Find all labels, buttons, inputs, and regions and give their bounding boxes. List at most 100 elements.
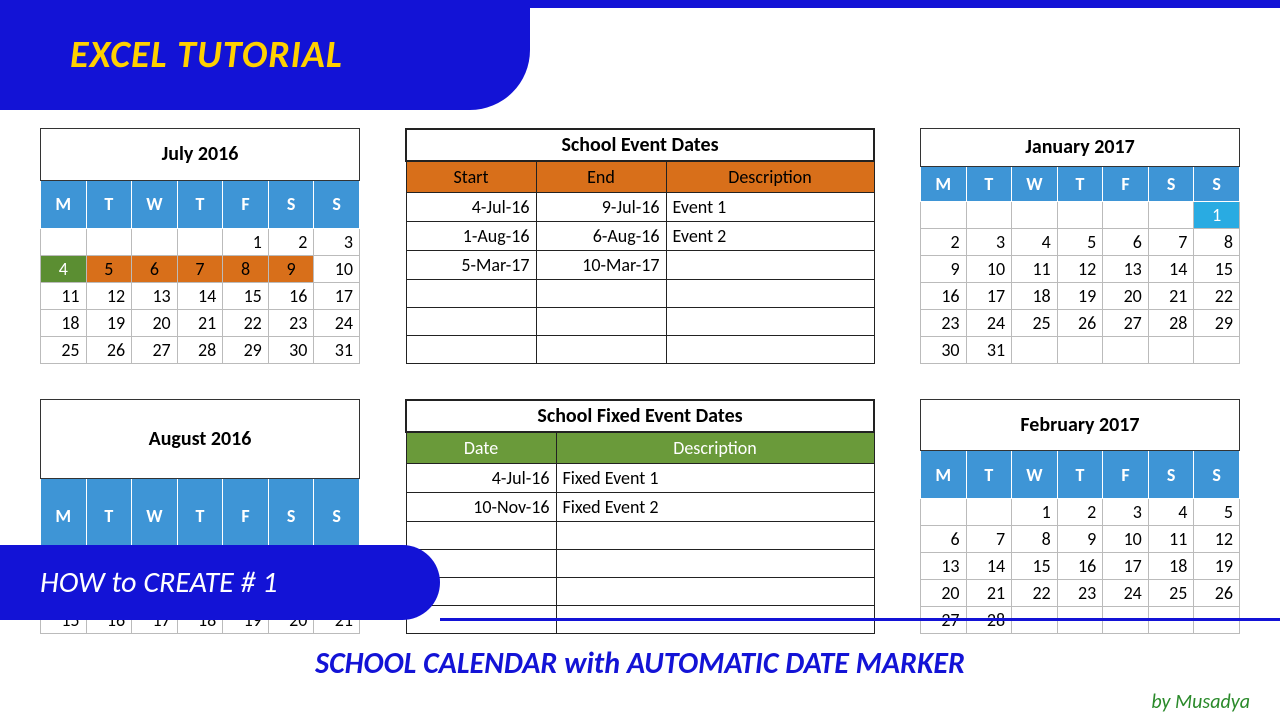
day-cell[interactable] — [1194, 337, 1240, 364]
day-cell[interactable]: 2 — [921, 229, 967, 256]
day-cell[interactable]: 24 — [966, 310, 1012, 337]
fixed-desc[interactable] — [556, 550, 874, 578]
day-cell[interactable]: 4 — [41, 256, 87, 283]
day-cell[interactable]: 16 — [1057, 553, 1103, 580]
day-cell[interactable]: 6 — [921, 526, 967, 553]
day-cell[interactable] — [966, 202, 1012, 229]
day-cell[interactable]: 11 — [1148, 526, 1194, 553]
day-cell[interactable]: 5 — [1057, 229, 1103, 256]
fixed-date[interactable] — [406, 522, 556, 550]
day-cell[interactable]: 3 — [314, 229, 360, 256]
day-cell[interactable] — [132, 229, 178, 256]
day-cell[interactable]: 28 — [1148, 310, 1194, 337]
fixed-desc[interactable] — [556, 522, 874, 550]
day-cell[interactable]: 19 — [1194, 553, 1240, 580]
day-cell[interactable]: 6 — [132, 256, 178, 283]
day-cell[interactable]: 22 — [1194, 283, 1240, 310]
day-cell[interactable]: 8 — [223, 256, 269, 283]
day-cell[interactable]: 23 — [268, 310, 314, 337]
day-cell[interactable]: 15 — [1012, 553, 1058, 580]
day-cell[interactable]: 18 — [1012, 283, 1058, 310]
day-cell[interactable]: 16 — [268, 283, 314, 310]
day-cell[interactable]: 28 — [177, 337, 223, 364]
event-desc[interactable] — [666, 251, 874, 280]
fixed-desc[interactable]: Fixed Event 1 — [556, 464, 874, 493]
day-cell[interactable]: 7 — [1148, 229, 1194, 256]
day-cell[interactable]: 31 — [966, 337, 1012, 364]
day-cell[interactable] — [966, 499, 1012, 526]
day-cell[interactable]: 25 — [1012, 310, 1058, 337]
day-cell[interactable]: 8 — [1012, 526, 1058, 553]
day-cell[interactable]: 12 — [1057, 256, 1103, 283]
event-desc[interactable] — [666, 336, 874, 364]
day-cell[interactable]: 5 — [86, 256, 132, 283]
day-cell[interactable]: 9 — [921, 256, 967, 283]
event-desc[interactable] — [666, 308, 874, 336]
day-cell[interactable]: 24 — [314, 310, 360, 337]
event-desc[interactable]: Event 2 — [666, 222, 874, 251]
day-cell[interactable]: 6 — [1103, 229, 1149, 256]
day-cell[interactable]: 14 — [966, 553, 1012, 580]
day-cell[interactable]: 29 — [223, 337, 269, 364]
event-end[interactable] — [536, 308, 666, 336]
day-cell[interactable]: 8 — [1194, 229, 1240, 256]
day-cell[interactable]: 11 — [1012, 256, 1058, 283]
event-desc[interactable] — [666, 280, 874, 308]
day-cell[interactable]: 13 — [132, 283, 178, 310]
day-cell[interactable] — [1103, 202, 1149, 229]
day-cell[interactable]: 21 — [966, 580, 1012, 607]
day-cell[interactable]: 10 — [966, 256, 1012, 283]
day-cell[interactable]: 17 — [314, 283, 360, 310]
day-cell[interactable]: 17 — [966, 283, 1012, 310]
event-start[interactable]: 1-Aug-16 — [406, 222, 536, 251]
day-cell[interactable]: 14 — [1148, 256, 1194, 283]
day-cell[interactable]: 19 — [86, 310, 132, 337]
day-cell[interactable]: 9 — [268, 256, 314, 283]
day-cell[interactable]: 15 — [1194, 256, 1240, 283]
day-cell[interactable]: 17 — [1103, 553, 1149, 580]
day-cell[interactable]: 20 — [921, 580, 967, 607]
day-cell[interactable] — [1057, 202, 1103, 229]
day-cell[interactable]: 24 — [1103, 580, 1149, 607]
day-cell[interactable] — [86, 229, 132, 256]
event-end[interactable]: 9-Jul-16 — [536, 193, 666, 222]
day-cell[interactable]: 25 — [1148, 580, 1194, 607]
day-cell[interactable]: 20 — [132, 310, 178, 337]
day-cell[interactable]: 27 — [132, 337, 178, 364]
day-cell[interactable]: 27 — [1103, 310, 1149, 337]
day-cell[interactable] — [1012, 337, 1058, 364]
day-cell[interactable]: 3 — [966, 229, 1012, 256]
day-cell[interactable] — [41, 229, 87, 256]
day-cell[interactable]: 18 — [41, 310, 87, 337]
fixed-desc[interactable]: Fixed Event 2 — [556, 493, 874, 522]
day-cell[interactable] — [1012, 202, 1058, 229]
day-cell[interactable]: 4 — [1012, 229, 1058, 256]
day-cell[interactable]: 30 — [268, 337, 314, 364]
fixed-date[interactable]: 10-Nov-16 — [406, 493, 556, 522]
day-cell[interactable]: 22 — [1012, 580, 1058, 607]
day-cell[interactable]: 10 — [1103, 526, 1149, 553]
fixed-date[interactable]: 4-Jul-16 — [406, 464, 556, 493]
day-cell[interactable]: 26 — [1057, 310, 1103, 337]
day-cell[interactable]: 26 — [86, 337, 132, 364]
event-end[interactable]: 10-Mar-17 — [536, 251, 666, 280]
day-cell[interactable]: 2 — [268, 229, 314, 256]
day-cell[interactable]: 9 — [1057, 526, 1103, 553]
day-cell[interactable]: 2 — [1057, 499, 1103, 526]
day-cell[interactable]: 26 — [1194, 580, 1240, 607]
event-start[interactable] — [406, 308, 536, 336]
day-cell[interactable]: 30 — [921, 337, 967, 364]
day-cell[interactable]: 21 — [1148, 283, 1194, 310]
day-cell[interactable]: 16 — [921, 283, 967, 310]
day-cell[interactable]: 15 — [223, 283, 269, 310]
event-desc[interactable]: Event 1 — [666, 193, 874, 222]
day-cell[interactable]: 23 — [921, 310, 967, 337]
event-start[interactable] — [406, 280, 536, 308]
day-cell[interactable]: 13 — [1103, 256, 1149, 283]
day-cell[interactable] — [1103, 337, 1149, 364]
day-cell[interactable]: 7 — [966, 526, 1012, 553]
event-start[interactable]: 4-Jul-16 — [406, 193, 536, 222]
day-cell[interactable]: 18 — [1148, 553, 1194, 580]
day-cell[interactable]: 3 — [1103, 499, 1149, 526]
day-cell[interactable]: 22 — [223, 310, 269, 337]
